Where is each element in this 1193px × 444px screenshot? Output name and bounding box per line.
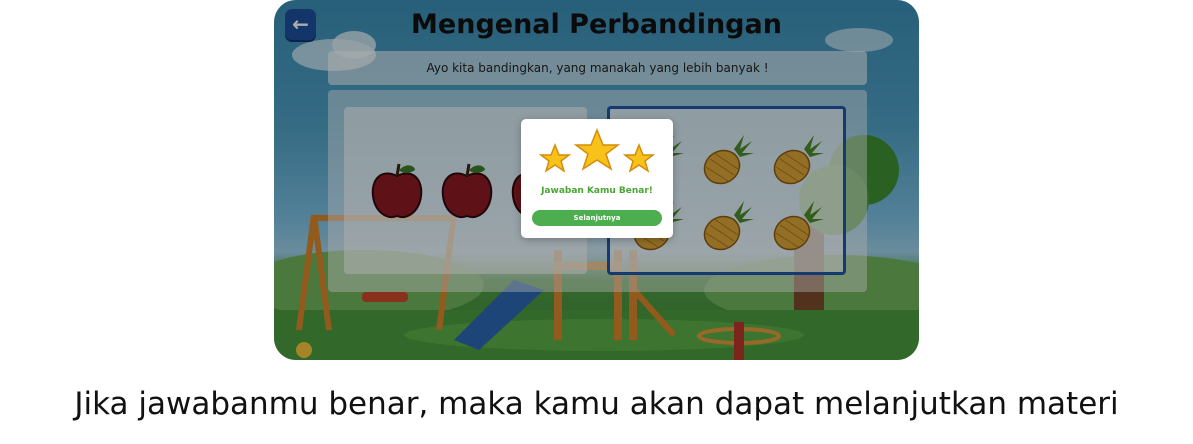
star-icon xyxy=(538,142,572,173)
next-button[interactable]: Selanjutnya xyxy=(532,210,662,226)
caption-text: Jika jawabanmu benar, maka kamu akan dap… xyxy=(74,386,1119,422)
result-dialog: Jawaban Kamu Benar! Selanjutnya xyxy=(521,119,673,238)
star-icon xyxy=(573,127,621,171)
rating-stars xyxy=(538,127,656,173)
app-screen: ← Mengenal Perbandingan Ayo kita banding… xyxy=(274,0,919,360)
star-icon xyxy=(622,142,656,173)
success-message: Jawaban Kamu Benar! xyxy=(541,186,653,196)
